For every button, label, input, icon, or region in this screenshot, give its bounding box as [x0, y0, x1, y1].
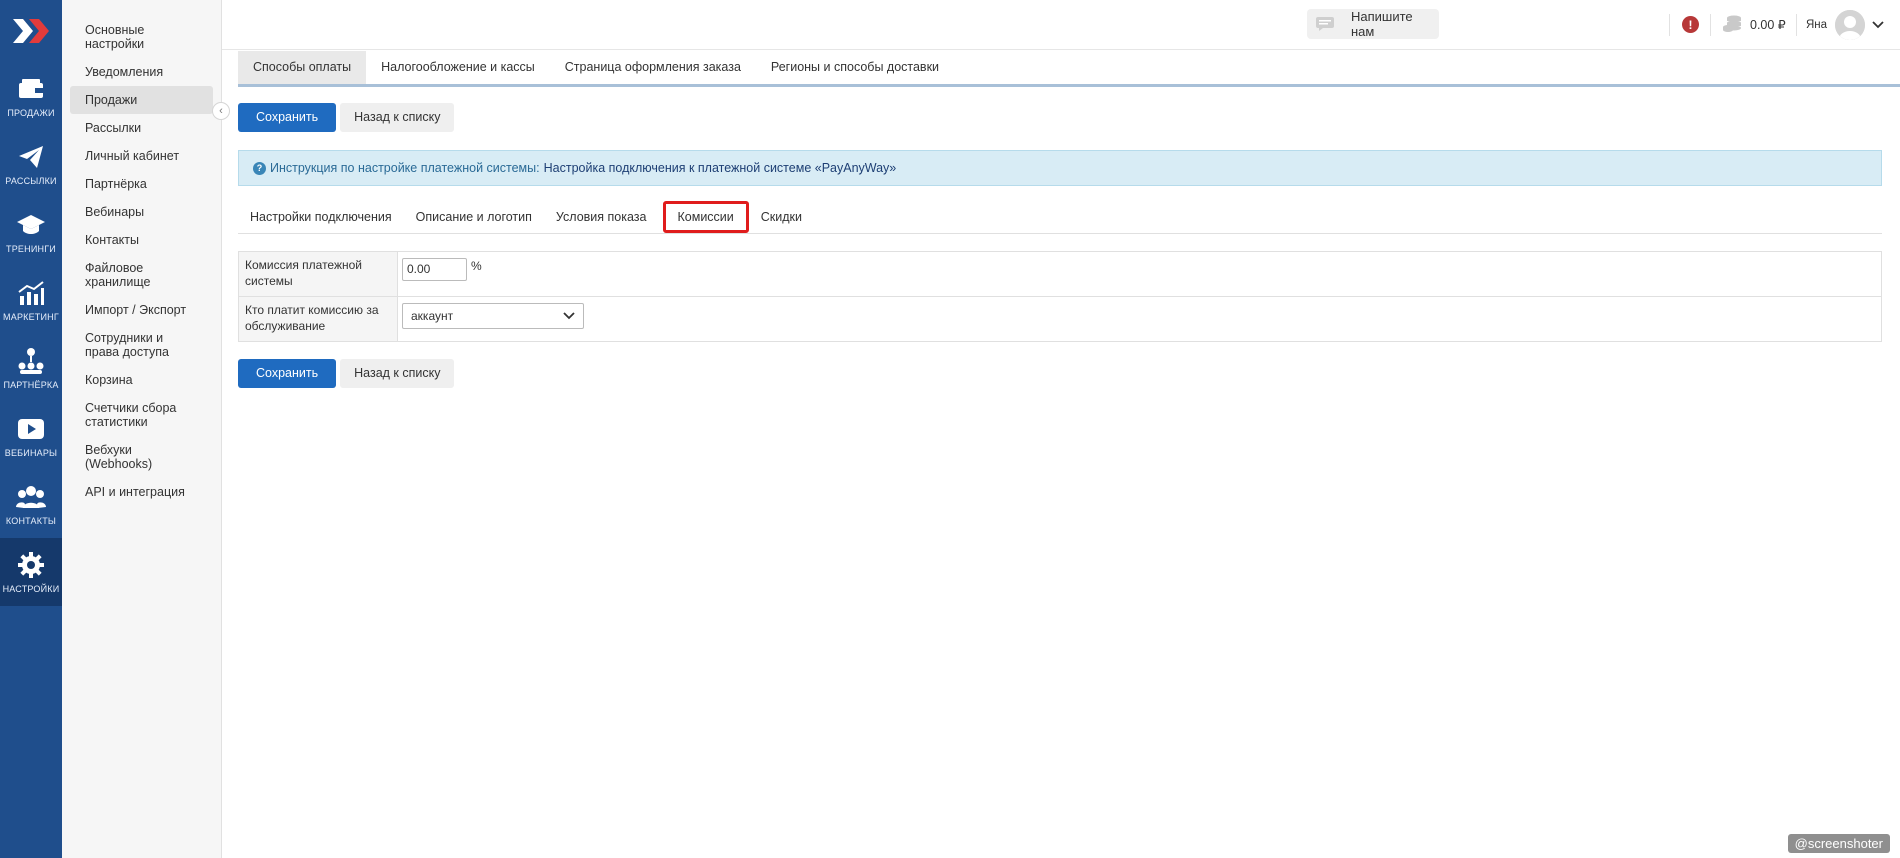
submenu-item-cabinet[interactable]: Личный кабинет: [70, 142, 213, 170]
username[interactable]: Яна: [1806, 19, 1827, 31]
submenu-item-partners[interactable]: Партнёрка: [70, 170, 213, 198]
commission-field: 0.00 %: [398, 252, 1881, 296]
divider: [1710, 14, 1711, 36]
topbar: [222, 0, 1900, 50]
rail-item-settings[interactable]: НАСТРОЙКИ: [0, 538, 62, 606]
wallet-icon: [16, 74, 46, 104]
chevron-down-icon[interactable]: [1872, 18, 1884, 33]
info-text: Инструкция по настройке платежной систем…: [270, 161, 540, 175]
question-icon: ?: [253, 161, 266, 175]
info-banner: ? Инструкция по настройке платежной сист…: [238, 150, 1882, 186]
chat-button-label: Напишите нам: [1351, 9, 1413, 39]
commission-label: Комиссия платежной системы: [239, 252, 398, 296]
chevron-left-icon: ‹: [219, 105, 223, 117]
save-button[interactable]: Сохранить: [238, 103, 337, 132]
divider: [1669, 14, 1670, 36]
submenu-item-api[interactable]: API и интеграция: [70, 478, 213, 506]
play-icon: [16, 414, 46, 444]
tab-commissions[interactable]: Комиссии: [662, 200, 749, 233]
tab-delivery[interactable]: Регионы и способы доставки: [756, 51, 954, 84]
rail-item-label: ПРОДАЖИ: [7, 108, 55, 118]
rail-item-marketing[interactable]: МАРКЕТИНГ: [0, 266, 62, 334]
bottom-button-row: Сохранить Назад к списку: [238, 359, 455, 388]
rail-item-webinars[interactable]: ВЕБИНАРЫ: [0, 402, 62, 470]
tab-description-logo[interactable]: Описание и логотип: [404, 201, 544, 233]
alert-icon[interactable]: !: [1682, 16, 1699, 33]
commission-input[interactable]: 0.00: [402, 258, 467, 281]
submenu-item-trash[interactable]: Корзина: [70, 366, 213, 394]
graduation-cap-icon: [16, 210, 46, 240]
tab-display-conditions[interactable]: Условия показа: [544, 201, 659, 233]
submenu-item-webinars[interactable]: Вебинары: [70, 198, 213, 226]
submenu-item-contacts[interactable]: Контакты: [70, 226, 213, 254]
submenu-item-counters[interactable]: Счетчики сбора статистики: [70, 394, 213, 436]
rail-item-contacts[interactable]: КОНТАКТЫ: [0, 470, 62, 538]
rail-item-trainings[interactable]: ТРЕНИНГИ: [0, 198, 62, 266]
collapse-submenu-button[interactable]: ‹: [212, 102, 230, 120]
commission-form: Комиссия платежной системы 0.00 % Кто пл…: [238, 251, 1882, 342]
main-tabs: Способы оплаты Налогообложение и кассы С…: [238, 51, 1900, 87]
tab-payment-methods[interactable]: Способы оплаты: [238, 51, 367, 84]
rail-item-sales[interactable]: ПРОДАЖИ: [0, 62, 62, 130]
coins-icon: [1722, 15, 1742, 36]
payer-select[interactable]: аккаунт: [402, 303, 584, 329]
submenu-item-sales[interactable]: Продажи: [70, 86, 213, 114]
account-balance[interactable]: 0.00 ₽: [1750, 17, 1786, 32]
submenu-item-import-export[interactable]: Импорт / Экспорт: [70, 296, 213, 324]
rail-item-label: ПАРТНЁРКА: [3, 380, 59, 390]
tab-checkout-page[interactable]: Страница оформления заказа: [550, 51, 756, 84]
submenu-item-general[interactable]: Основные настройки: [70, 16, 213, 58]
rail-item-label: КОНТАКТЫ: [5, 516, 57, 526]
partner-network-icon: [16, 346, 46, 376]
submenu-item-staff[interactable]: Сотрудники и права доступа: [70, 324, 213, 366]
instruction-link[interactable]: Настройка подключения к платежной систем…: [544, 161, 897, 175]
submenu-item-mailings[interactable]: Рассылки: [70, 114, 213, 142]
submenu-item-webhooks[interactable]: Вебхуки (Webhooks): [70, 436, 213, 478]
rail-item-label: МАРКЕТИНГ: [3, 312, 59, 322]
gear-icon: [16, 550, 46, 580]
submenu-item-notifications[interactable]: Уведомления: [70, 58, 213, 86]
growth-chart-icon: [16, 278, 46, 308]
back-to-list-button[interactable]: Назад к списку: [340, 103, 455, 132]
tab-taxation[interactable]: Налогообложение и кассы: [366, 51, 550, 84]
rail-item-label: НАСТРОЙКИ: [2, 584, 60, 594]
chat-button[interactable]: Напишите нам: [1307, 9, 1439, 39]
payment-sub-tabs: Настройки подключения Описание и логотип…: [238, 200, 1882, 234]
payer-label: Кто платит комиссию за обслуживание: [239, 297, 398, 341]
rail-item-partners[interactable]: ПАРТНЁРКА: [0, 334, 62, 402]
payer-select-value: аккаунт: [411, 309, 454, 323]
top-button-row: Сохранить Назад к списку: [238, 103, 455, 132]
rail-item-label: РАССЫЛКИ: [5, 176, 57, 186]
contacts-icon: [16, 482, 46, 512]
main-navigation-rail: ПРОДАЖИ РАССЫЛКИ ТРЕНИНГИ МАРКЕТИНГ ПАРТ…: [0, 0, 62, 858]
chat-bubble-icon: [1315, 16, 1337, 32]
back-to-list-button[interactable]: Назад к списку: [340, 359, 455, 388]
submenu-item-file-storage[interactable]: Файловое хранилище: [70, 254, 213, 296]
form-row: Комиссия платежной системы 0.00 %: [239, 252, 1881, 297]
save-button[interactable]: Сохранить: [238, 359, 337, 388]
tab-connection-settings[interactable]: Настройки подключения: [238, 201, 404, 233]
rail-item-label: ТРЕНИНГИ: [6, 244, 56, 254]
logo[interactable]: [0, 0, 62, 62]
chevron-down-icon: [563, 309, 575, 323]
watermark: @screenshoter: [1787, 834, 1890, 853]
payer-field: аккаунт: [398, 297, 1881, 341]
percent-unit: %: [471, 259, 482, 273]
rail-item-mailings[interactable]: РАССЫЛКИ: [0, 130, 62, 198]
rail-item-label: ВЕБИНАРЫ: [4, 448, 58, 458]
form-row: Кто платит комиссию за обслуживание акка…: [239, 297, 1881, 341]
tab-discounts[interactable]: Скидки: [749, 201, 814, 233]
avatar[interactable]: [1835, 10, 1865, 40]
logo-chevrons-icon: [13, 19, 49, 43]
paper-plane-icon: [16, 142, 46, 172]
settings-submenu: Основные настройки Уведомления Продажи Р…: [62, 0, 222, 858]
divider: [1796, 14, 1797, 36]
